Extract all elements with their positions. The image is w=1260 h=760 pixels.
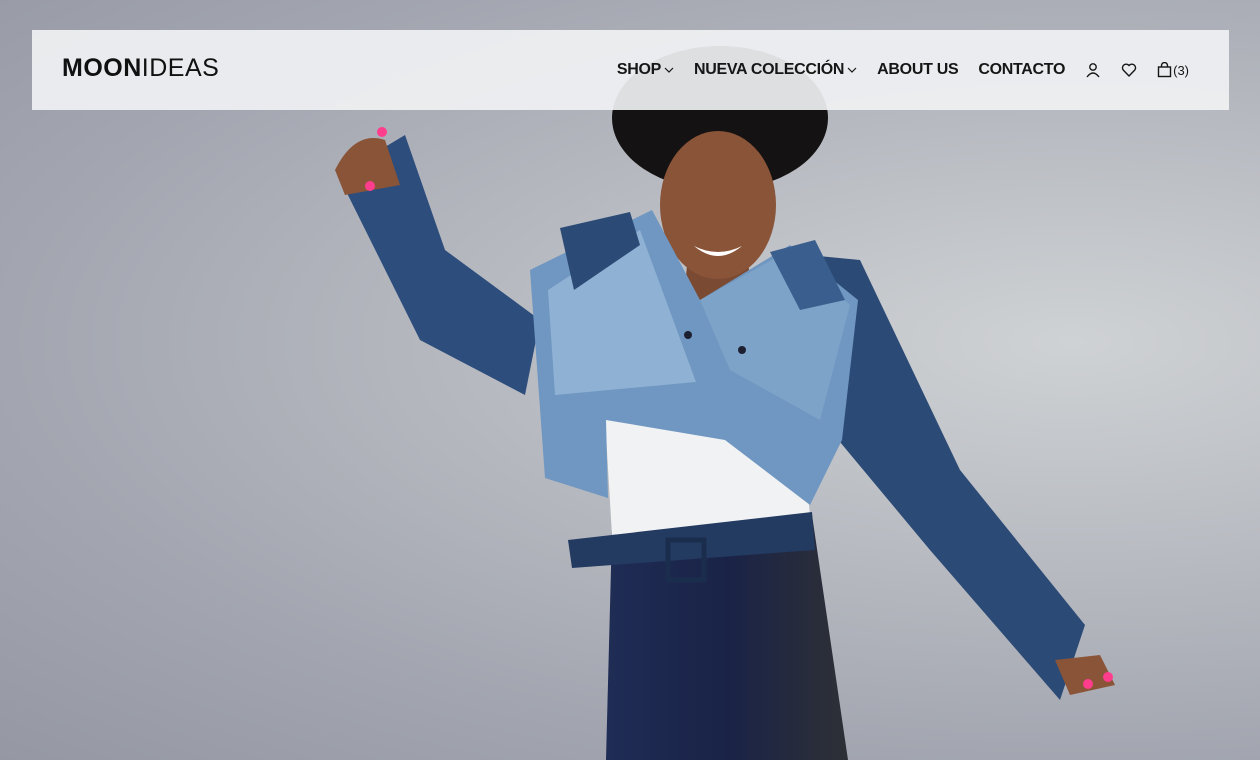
nav-item-nueva-coleccion-label: NUEVA COLECCIÓN xyxy=(693,61,845,78)
wishlist-button[interactable] xyxy=(1121,62,1137,78)
heart-icon xyxy=(1121,63,1137,77)
logo-light-text: IDEAS xyxy=(141,54,220,82)
nav-item-nueva-coleccion[interactable]: NUEVA COLECCIÓN xyxy=(694,61,857,79)
cart-count: (3) xyxy=(1173,62,1189,78)
main-navigation: SHOP NUEVA COLECCIÓN ABOUT US CONTACTO (… xyxy=(617,30,1189,110)
nav-item-contacto[interactable]: CONTACTO xyxy=(978,61,1065,79)
user-icon xyxy=(1086,63,1100,78)
nav-item-shop[interactable]: SHOP xyxy=(617,61,674,79)
nav-item-about-us-label: ABOUT US xyxy=(877,61,959,78)
nav-item-shop-label: SHOP xyxy=(616,61,661,78)
hero-banner xyxy=(0,0,1260,760)
account-button[interactable] xyxy=(1085,62,1101,78)
nav-item-about-us[interactable]: ABOUT US xyxy=(877,61,958,79)
hero-image xyxy=(335,46,1115,760)
chevron-down-icon xyxy=(664,67,674,73)
cart-button[interactable]: (3) xyxy=(1157,62,1189,78)
brand-logo[interactable]: MOONIDEAS xyxy=(62,54,219,83)
logo-bold-text: MOON xyxy=(62,54,142,82)
shopping-bag-icon xyxy=(1157,62,1172,78)
site-header: MOONIDEAS SHOP NUEVA COLECCIÓN ABOUT US … xyxy=(32,30,1229,110)
nav-item-contacto-label: CONTACTO xyxy=(978,61,1066,78)
chevron-down-icon xyxy=(847,67,857,73)
